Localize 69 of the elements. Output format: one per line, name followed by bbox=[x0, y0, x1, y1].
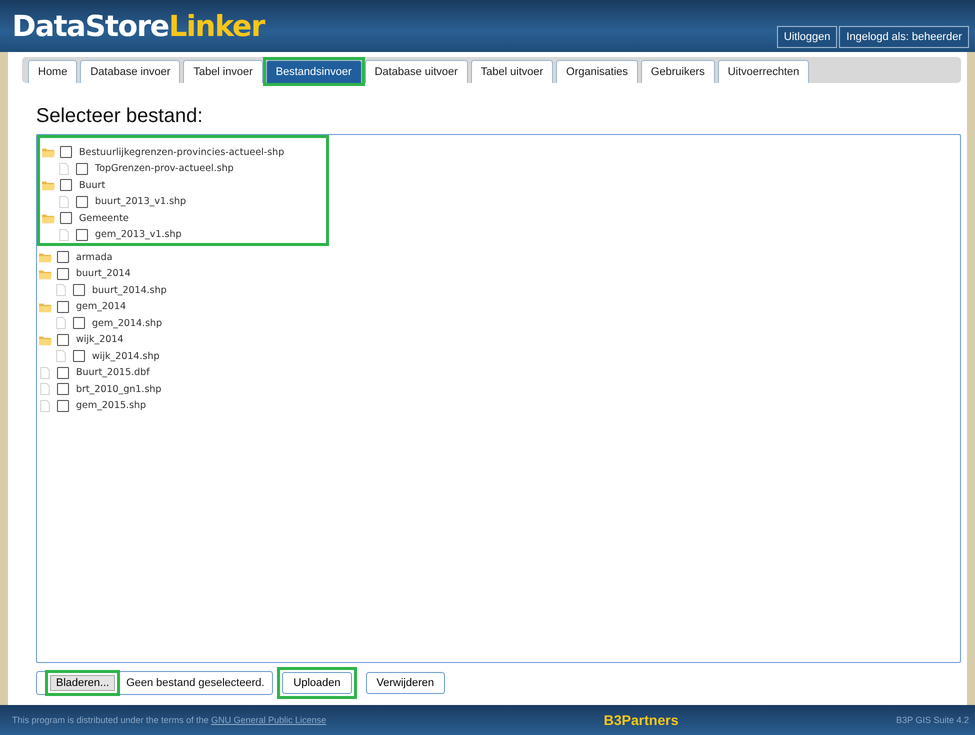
file-icon bbox=[38, 400, 52, 412]
version-text: B3P GIS Suite 4.2 bbox=[896, 715, 969, 725]
checkbox[interactable] bbox=[60, 146, 72, 158]
file-icon bbox=[57, 196, 71, 208]
tab[interactable]: Gebruikers bbox=[640, 60, 715, 83]
file-name[interactable]: brt_2010_gn1.shp bbox=[76, 384, 162, 395]
folder-name[interactable]: buurt_2014 bbox=[76, 268, 131, 280]
file-name[interactable]: TopGrenzen-prov-actueel.shp bbox=[95, 163, 234, 174]
checkbox[interactable] bbox=[57, 383, 69, 396]
file-status: Geen bestand geselecteerd. bbox=[126, 677, 264, 689]
action-button[interactable]: Uploaden bbox=[282, 672, 352, 694]
folder-name[interactable]: Bestuurlijkegrenzen-provincies-actueel-shp bbox=[79, 146, 284, 158]
tab[interactable]: Tabel invoer bbox=[183, 60, 263, 83]
file-name[interactable]: Buurt_2015.dbf bbox=[76, 367, 150, 378]
folder-icon bbox=[38, 268, 52, 280]
tab[interactable]: Home bbox=[28, 60, 78, 83]
checkbox[interactable] bbox=[57, 400, 69, 412]
file-icon bbox=[54, 284, 68, 296]
file-icon bbox=[54, 317, 68, 330]
folder-icon bbox=[41, 212, 55, 224]
file-name[interactable]: wijk_2014.shp bbox=[92, 350, 160, 362]
tab[interactable]: Database uitvoer bbox=[364, 60, 468, 83]
checkbox[interactable] bbox=[73, 317, 85, 330]
page-heading: Selecteer bestand: bbox=[36, 105, 204, 128]
folder-icon bbox=[38, 251, 52, 264]
folder-name[interactable]: Buurt bbox=[79, 180, 106, 191]
checkbox[interactable] bbox=[76, 196, 88, 208]
file-icon bbox=[54, 350, 68, 362]
folder-icon bbox=[38, 300, 52, 313]
header-link[interactable]: Uitloggen bbox=[776, 26, 838, 48]
checkbox[interactable] bbox=[57, 251, 69, 264]
checkbox[interactable] bbox=[57, 366, 69, 379]
file-name[interactable]: buurt_2013_v1.shp bbox=[95, 196, 186, 208]
checkbox[interactable] bbox=[60, 179, 72, 192]
logo: DataStoreLinker bbox=[12, 9, 264, 43]
file-name[interactable]: gem_2015.shp bbox=[76, 400, 146, 412]
action-button[interactable]: Verwijderen bbox=[366, 672, 445, 694]
brand-logo: B3Partners bbox=[604, 712, 678, 728]
file-icon bbox=[57, 162, 71, 175]
folder-name[interactable]: wijk_2014 bbox=[76, 334, 124, 346]
checkbox[interactable] bbox=[76, 228, 88, 241]
file-name[interactable]: gem_2013_v1.shp bbox=[95, 229, 182, 240]
folder-icon bbox=[38, 334, 52, 346]
checkbox[interactable] bbox=[60, 212, 72, 224]
tab[interactable]: Uitvoerrechten bbox=[718, 60, 810, 83]
checkbox[interactable] bbox=[57, 300, 69, 313]
checkbox[interactable] bbox=[73, 284, 85, 296]
file-input[interactable]: Bladeren... Geen bestand geselecteerd. bbox=[36, 671, 274, 695]
checkbox[interactable] bbox=[76, 162, 88, 175]
browse-button[interactable]: Bladeren... bbox=[50, 675, 116, 691]
tab[interactable]: Organisaties bbox=[556, 60, 638, 83]
license-text: This program is distributed under the terms of the GNU General Public License bbox=[12, 715, 326, 725]
folder-name[interactable]: Gemeente bbox=[79, 212, 129, 224]
file-name[interactable]: buurt_2014.shp bbox=[92, 284, 167, 296]
folder-name[interactable]: gem_2014 bbox=[76, 301, 126, 312]
checkbox[interactable] bbox=[57, 268, 69, 280]
file-icon bbox=[57, 228, 71, 241]
folder-icon bbox=[41, 179, 55, 192]
header-link[interactable]: Ingelogd als: beheerder bbox=[839, 26, 969, 48]
folder-icon bbox=[41, 146, 55, 158]
tab[interactable]: Database invoer bbox=[80, 60, 180, 83]
tab[interactable]: Bestandsinvoer bbox=[266, 60, 362, 83]
file-name[interactable]: gem_2014.shp bbox=[92, 318, 162, 329]
tab[interactable]: Tabel uitvoer bbox=[470, 60, 554, 83]
file-icon bbox=[38, 383, 52, 396]
checkbox[interactable] bbox=[73, 350, 85, 362]
folder-name[interactable]: armada bbox=[76, 252, 112, 263]
file-icon bbox=[38, 366, 52, 379]
checkbox[interactable] bbox=[57, 334, 69, 346]
